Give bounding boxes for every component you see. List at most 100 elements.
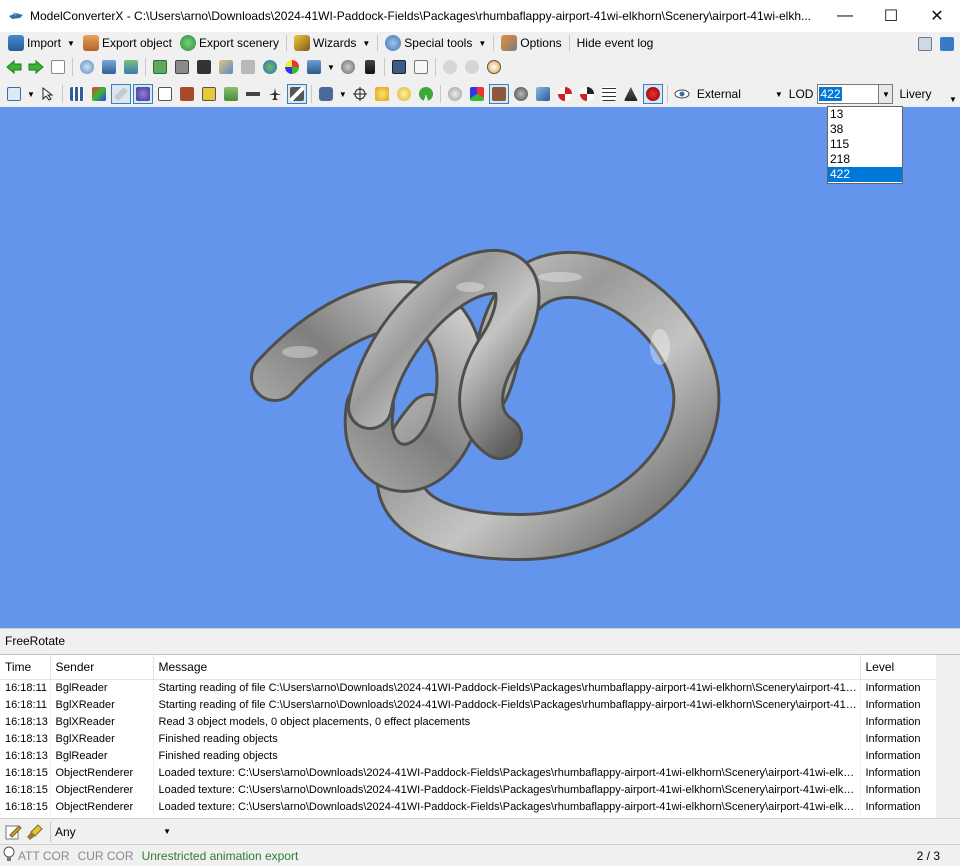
3d-viewport[interactable]	[0, 107, 960, 628]
wizards-menu[interactable]: Wizards ▼	[290, 33, 374, 53]
redo-icon[interactable]	[462, 57, 482, 77]
options-button[interactable]: Options	[497, 33, 565, 53]
color-wheel-icon[interactable]	[282, 57, 302, 77]
view-mode-label[interactable]: External	[693, 87, 745, 101]
airplane-icon[interactable]	[265, 84, 285, 104]
lod-dropdown-list: 13 38 115 218 422	[827, 106, 903, 184]
wireframe-toggle[interactable]	[110, 84, 131, 104]
log-row[interactable]: 16:18:15 ObjectRenderer Loaded texture: C:…	[0, 781, 937, 798]
title-bar: ModelConverterX - C:\Users\arno\Download…	[0, 0, 960, 32]
log-row[interactable]: 16:18:13 BglReader Finished reading object…	[0, 747, 937, 764]
grid-icon[interactable]	[67, 84, 87, 104]
close-button[interactable]: ✕	[914, 0, 960, 32]
ball-icon[interactable]	[511, 84, 531, 104]
log-message: Finished reading objects	[153, 747, 861, 764]
log-row[interactable]: 16:18:13 BglXReader Read 3 object models, …	[0, 713, 937, 730]
molecule-icon[interactable]	[338, 57, 358, 77]
zoom-icon[interactable]	[77, 57, 97, 77]
cube-icon[interactable]	[467, 84, 487, 104]
lod-option[interactable]: 13	[828, 107, 902, 122]
runway-icon[interactable]	[243, 84, 263, 104]
tools-toggle[interactable]	[286, 84, 307, 104]
log-row[interactable]: 16:18:13 BglXReader Finished reading objec…	[0, 730, 937, 747]
report-icon[interactable]	[411, 57, 431, 77]
camera-view-icon[interactable]	[316, 84, 336, 104]
document-icon[interactable]	[48, 57, 68, 77]
hide-event-log-button[interactable]: Hide event log	[573, 33, 658, 53]
column-header-level[interactable]: Level	[860, 655, 937, 680]
box-icon[interactable]	[155, 84, 175, 104]
light-bulb-icon[interactable]	[394, 84, 414, 104]
edit-notes-icon[interactable]	[4, 823, 22, 841]
lod-option-selected[interactable]: 422	[828, 167, 902, 182]
refresh-icon[interactable]	[416, 84, 436, 104]
undo-icon[interactable]	[440, 57, 460, 77]
import-menu[interactable]: Import ▼	[4, 33, 79, 53]
column-header-sender[interactable]: Sender	[50, 655, 154, 680]
log-row[interactable]: 16:18:15 ObjectRenderer Loaded texture: C:…	[0, 798, 937, 815]
minimize-button[interactable]: —	[822, 0, 868, 32]
earth-icon[interactable]	[260, 57, 280, 77]
image-icon[interactable]	[172, 57, 192, 77]
column-header-time[interactable]: Time	[0, 655, 51, 680]
texture-icon[interactable]	[216, 57, 236, 77]
log-row[interactable]: 16:18:11 BglReader Starting reading of fil…	[0, 679, 937, 696]
log-row[interactable]: 16:18:15 ObjectRenderer Loaded texture: C:…	[0, 764, 937, 781]
figure-icon[interactable]	[360, 57, 380, 77]
layout-icon[interactable]	[915, 34, 935, 54]
normals-toggle[interactable]	[132, 84, 153, 104]
crosshair-icon[interactable]	[350, 84, 370, 104]
axes-icon[interactable]	[89, 84, 109, 104]
export-scenery-button[interactable]: Export scenery	[176, 33, 283, 53]
forward-arrow-icon[interactable]	[26, 57, 46, 77]
location-icon[interactable]	[99, 57, 119, 77]
sparkle-icon[interactable]	[372, 84, 392, 104]
render-toggle[interactable]	[642, 84, 663, 104]
wind-icon[interactable]	[533, 84, 553, 104]
map-icon[interactable]	[150, 57, 170, 77]
screenshot-icon[interactable]	[389, 57, 409, 77]
ground-icon[interactable]	[221, 84, 241, 104]
chevron-down-icon[interactable]: ▼	[327, 63, 335, 72]
camera-icon[interactable]	[304, 57, 324, 77]
clock-icon[interactable]	[484, 57, 504, 77]
cone-icon[interactable]	[621, 84, 641, 104]
material-toggle[interactable]	[488, 84, 509, 104]
chevron-down-icon[interactable]: ▼	[27, 90, 35, 99]
brick-icon[interactable]	[177, 84, 197, 104]
film-icon[interactable]	[194, 57, 214, 77]
view-mode-chevron-icon[interactable]: ▼	[775, 90, 783, 99]
menu-bar: Import ▼ Export object Export scenery Wi…	[0, 32, 960, 54]
lod-option[interactable]: 218	[828, 152, 902, 167]
shadow-icon[interactable]	[199, 84, 219, 104]
back-arrow-icon[interactable]	[4, 57, 24, 77]
checker-ball-icon[interactable]	[555, 84, 575, 104]
uv-grid-icon[interactable]	[599, 84, 619, 104]
hierarchy-icon[interactable]	[121, 57, 141, 77]
log-body: 16:18:11 BglReader Starting reading of fil…	[0, 679, 937, 815]
toolbar-overflow-icon[interactable]: ▼	[949, 95, 957, 104]
lod-option[interactable]: 38	[828, 122, 902, 137]
log-sender: BglXReader	[50, 730, 154, 747]
fit-view-icon[interactable]	[4, 84, 24, 104]
checker-ball-2-icon[interactable]	[577, 84, 597, 104]
level-filter-select[interactable]: Any ▼	[50, 821, 175, 842]
column-header-message[interactable]: Message	[153, 655, 861, 680]
close-object-icon[interactable]	[238, 57, 258, 77]
pointer-icon[interactable]	[38, 84, 58, 104]
lod-input[interactable]: 422	[817, 84, 880, 104]
livery-label[interactable]: Livery	[895, 87, 935, 101]
sphere-icon[interactable]	[445, 84, 465, 104]
chevron-down-icon[interactable]: ▼	[339, 90, 347, 99]
broom-icon[interactable]	[26, 823, 44, 841]
log-scrollbar[interactable]	[936, 655, 960, 818]
log-time: 16:18:15	[0, 764, 51, 781]
log-row[interactable]: 16:18:11 BglXReader Starting reading of fi…	[0, 696, 937, 713]
maximize-button[interactable]: ☐	[868, 0, 914, 32]
lod-dropdown-chevron-icon[interactable]: ▼	[879, 84, 894, 104]
export-object-button[interactable]: Export object	[79, 33, 176, 53]
help-icon[interactable]	[937, 34, 957, 54]
lod-option[interactable]: 115	[828, 137, 902, 152]
special-tools-menu[interactable]: Special tools ▼	[381, 33, 490, 53]
eye-icon[interactable]	[672, 84, 692, 104]
